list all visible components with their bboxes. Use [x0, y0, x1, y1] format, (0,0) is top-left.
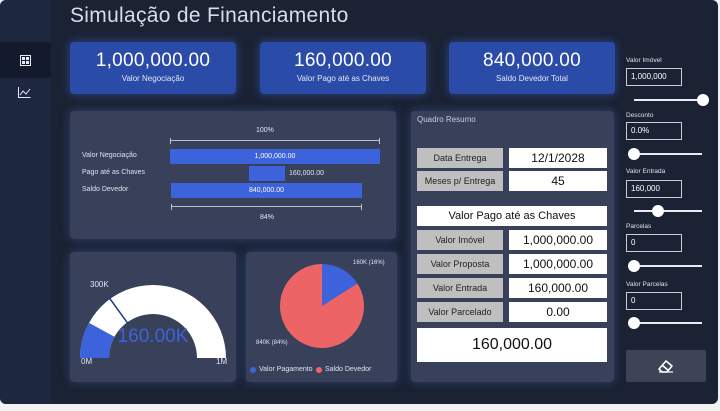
slider-track[interactable] [634, 99, 702, 101]
left-nav [0, 0, 51, 404]
slicer-input-valor-parcelas[interactable]: 0 [626, 292, 682, 310]
bar-value-label: 160,000.00 [289, 170, 325, 177]
slider-track[interactable] [634, 210, 702, 212]
slicer-label: Valor Entrada [626, 168, 666, 175]
gauge-max-label: 1M [216, 357, 228, 366]
slicer-label: Desconto [626, 112, 654, 119]
slider-handle[interactable] [628, 148, 640, 160]
legend-label: Valor Pagamento [259, 366, 313, 373]
legend-dot [250, 366, 256, 373]
top-bracket [170, 138, 380, 144]
slicer-label: Valor Parcelas [626, 281, 668, 288]
bar-row-label: Saldo Devedor [82, 186, 129, 193]
legend-label: Saldo Devedor [325, 366, 372, 373]
gauge-panel: 300K 160.00K 0M 1M [70, 252, 236, 382]
pie-label-saldo: 840K (84%) [256, 340, 288, 346]
row-value: 1,000,000.00 [509, 254, 607, 274]
page-title: Simulação de Financiamento [70, 4, 349, 27]
kpi-card-valor-pago: 160,000.00 Valor Pago até as Chaves [260, 42, 426, 94]
row-label: Valor Parcelado [417, 302, 503, 322]
kpi-label: Valor Pago até as Chaves [296, 74, 390, 83]
row-label: Valor Entrada [417, 278, 503, 298]
slicer-input-valor-imovel[interactable]: 1,000,000 [626, 68, 682, 86]
legend-valor-pagamento[interactable]: Valor Pagamento [250, 366, 313, 373]
slider-handle[interactable] [697, 94, 709, 106]
bar-value-label: 840,000.00 [248, 187, 285, 194]
kpi-value: 160,000.00 [293, 50, 393, 71]
kpi-card-saldo-devedor: 840,000.00 Saldo Devedor Total [449, 42, 615, 94]
slider-track[interactable] [634, 265, 702, 267]
pie-label-pagamento: 160K (16%) [353, 260, 385, 266]
row-value: 45 [509, 171, 607, 191]
kpi-value: 1,000,000.00 [95, 50, 211, 71]
bar-comparison-panel: 100% Valor Negociação 1,000,000.00 Pago … [70, 111, 396, 239]
total-value: 160,000.00 [417, 328, 607, 362]
slicer-label: Valor Imóvel [626, 57, 662, 64]
eraser-icon [658, 360, 673, 373]
bar-row-label: Pago até as Chaves [82, 169, 146, 176]
quadro-title: Quadro Resumo [417, 115, 476, 124]
row-label: Data Entrega [417, 148, 503, 168]
bar-value-label: 1,000,000.00 [254, 153, 296, 160]
legend-dot [316, 366, 322, 373]
row-value: 160,000.00 [509, 278, 607, 298]
bar-pago-chaves[interactable] [249, 166, 285, 181]
kpi-label: Valor Negociação [121, 74, 185, 83]
row-value: 0.00 [509, 302, 607, 322]
slider-track[interactable] [634, 322, 702, 324]
kpi-value: 840,000.00 [482, 50, 582, 71]
pie-chart[interactable] [246, 252, 397, 382]
slicer-input-parcelas[interactable]: 0 [626, 234, 682, 252]
row-label: Valor Imóvel [417, 230, 503, 250]
section-title: Valor Pago até as Chaves [417, 206, 607, 226]
row-value: 1,000,000.00 [509, 230, 607, 250]
line-chart-icon [17, 86, 30, 98]
quadro-resumo-panel: Quadro Resumo Data Entrega 12/1/2028 Mes… [411, 111, 614, 382]
row-value: 12/1/2028 [509, 148, 607, 168]
nav-dashboard[interactable] [0, 42, 51, 78]
kpi-card-valor-negociacao: 1,000,000.00 Valor Negociação [70, 42, 236, 94]
row-label: Valor Proposta [417, 254, 503, 274]
slicer-input-desconto[interactable]: 0.0% [626, 122, 682, 140]
gauge-value: 160.00K [117, 326, 189, 347]
clear-filters-button[interactable] [626, 350, 706, 382]
app-frame: Simulação de Financiamento 1,000,000.00 … [0, 0, 718, 404]
slicer-input-valor-entrada[interactable]: 160,000 [626, 180, 682, 198]
row-label: Meses p/ Entrega [417, 171, 503, 191]
slider-track[interactable] [634, 153, 702, 155]
gauge-min-label: 0M [81, 357, 93, 366]
top-percent-label: 100% [256, 127, 274, 134]
slicer-label: Parcelas [626, 223, 652, 230]
slider-handle[interactable] [628, 260, 640, 272]
nav-line-chart[interactable] [10, 80, 38, 104]
bottom-bracket [171, 204, 362, 210]
pie-panel: 160K (16%) 840K (84%) [246, 252, 397, 382]
bottom-percent-label: 84% [260, 214, 275, 221]
bar-row-label: Valor Negociação [82, 152, 137, 159]
gauge-chart[interactable] [70, 252, 236, 382]
slider-handle[interactable] [652, 205, 665, 217]
kpi-label: Saldo Devedor Total [496, 74, 568, 83]
gauge-target-label: 300K [90, 280, 109, 289]
legend-saldo-devedor[interactable]: Saldo Devedor [316, 366, 371, 373]
slider-handle[interactable] [628, 317, 640, 329]
dashboard-icon [20, 54, 31, 66]
